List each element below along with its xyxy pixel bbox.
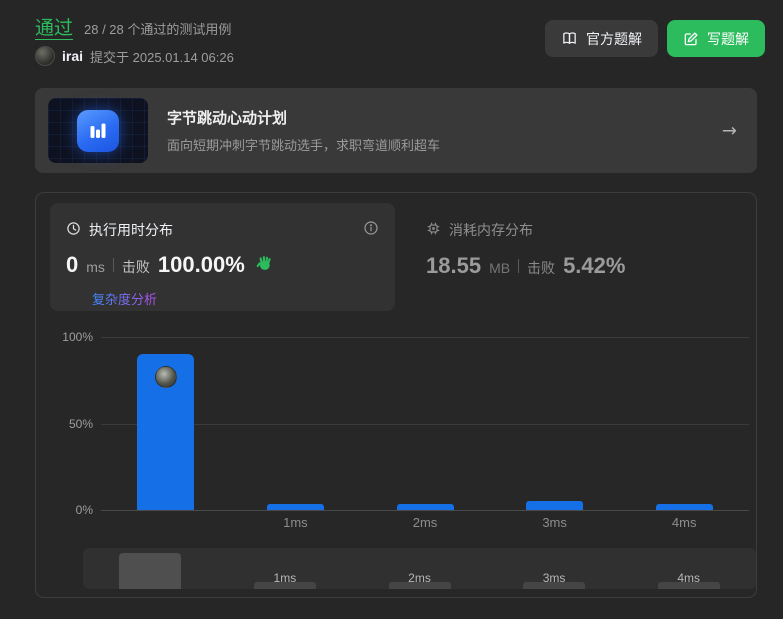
minimap-label: 4ms xyxy=(677,571,701,585)
write-solution-button[interactable]: 写题解 xyxy=(667,20,765,57)
user-avatar[interactable] xyxy=(35,46,55,66)
y-axis-tick-label: 100% xyxy=(62,330,93,344)
promo-banner[interactable]: 字节跳动心动计划 面向短期冲刺字节跳动选手，求职弯道顺利超车 → xyxy=(35,88,757,173)
testcases-passed-text: 28 / 28 个通过的测试用例 xyxy=(84,22,232,37)
submission-status: 通过 28 / 28 个通过的测试用例 xyxy=(35,13,231,40)
book-icon xyxy=(561,30,578,47)
bar-3ms[interactable] xyxy=(526,501,584,510)
minimap-bar-0ms xyxy=(119,553,182,589)
write-solution-label: 写题解 xyxy=(707,30,749,47)
status-accepted-label[interactable]: 通过 xyxy=(35,13,73,40)
promo-text: 字节跳动心动计划 面向短期冲刺字节跳动选手，求职弯道顺利超车 xyxy=(167,107,440,154)
header-actions: 官方题解 写题解 xyxy=(545,20,765,57)
distribution-panel: 执行用时分布 0 ms 击败 100.00% 复杂度分析 消耗内存分布 18.5… xyxy=(35,192,757,598)
chart-zoom-minimap[interactable]: 1ms 2ms 3ms 4ms xyxy=(83,548,756,589)
user-avatar-marker xyxy=(154,366,177,389)
username[interactable]: irai xyxy=(62,48,83,64)
y-axis-tick-label: 0% xyxy=(75,503,93,517)
bar-4ms[interactable] xyxy=(655,503,713,510)
arrow-right-icon[interactable]: → xyxy=(722,120,737,141)
gridline xyxy=(101,510,749,511)
gridline xyxy=(101,337,749,338)
bar-1ms[interactable] xyxy=(266,503,324,510)
official-solution-button[interactable]: 官方题解 xyxy=(545,20,658,57)
y-axis-tick-label: 50% xyxy=(68,416,93,431)
edit-icon xyxy=(683,31,699,47)
submission-meta: irai 提交于 2025.01.14 06:26 xyxy=(35,46,234,66)
minimap-label: 3ms xyxy=(542,571,566,585)
gridline xyxy=(101,423,749,425)
bytedance-chart-icon xyxy=(77,109,119,152)
x-axis-tick-label: 4ms xyxy=(671,515,697,530)
runtime-distribution-chart[interactable]: 0% 50% 100% 1ms 2ms 3ms 4ms xyxy=(36,193,756,597)
bar-2ms[interactable] xyxy=(396,503,454,510)
promo-title: 字节跳动心动计划 xyxy=(167,110,288,127)
promo-subtitle: 面向短期冲刺字节跳动选手，求职弯道顺利超车 xyxy=(167,138,441,153)
x-axis-tick-label: 2ms xyxy=(412,515,438,530)
minimap-label: 1ms xyxy=(273,571,297,585)
minimap-label: 2ms xyxy=(408,571,431,585)
x-axis-tick-label: 3ms xyxy=(542,515,567,530)
x-axis-tick-label: 1ms xyxy=(283,515,308,530)
official-solution-label: 官方题解 xyxy=(586,30,642,47)
submitted-at-text: 提交于 2025.01.14 06:26 xyxy=(90,49,234,65)
promo-thumbnail xyxy=(48,98,148,163)
